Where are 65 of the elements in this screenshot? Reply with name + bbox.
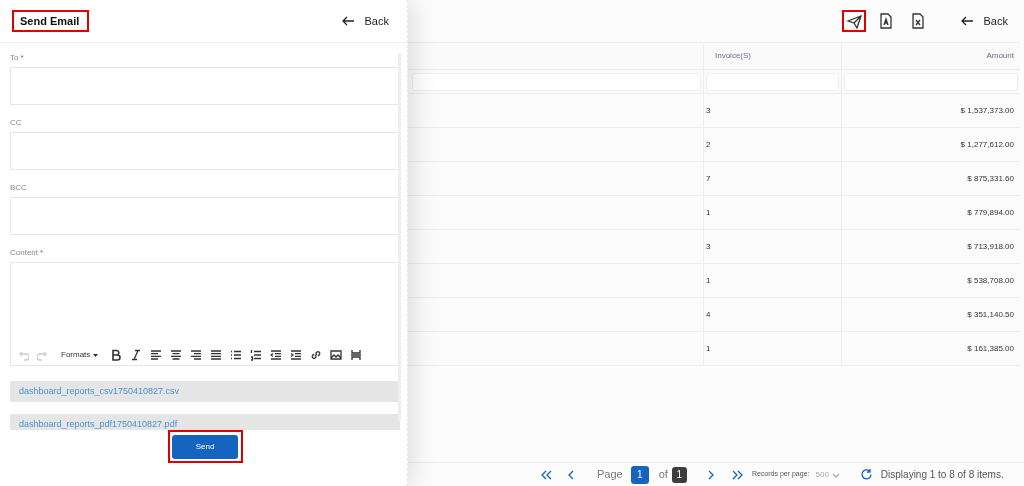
table-cell: 7 [703, 162, 841, 195]
bullet-list-icon[interactable] [230, 349, 243, 361]
table-cell: $ 875,331.60 [841, 162, 1020, 195]
field-label: CC [10, 117, 22, 129]
table-cell: 2 [703, 128, 841, 161]
table-cell: 3 [703, 230, 841, 263]
next-page-icon[interactable] [706, 468, 715, 481]
excel-file-icon [909, 13, 926, 29]
panel-title: Send Email [12, 9, 89, 33]
content-editor[interactable]: Formats [10, 262, 400, 366]
table-cell: $ 779,894.00 [841, 196, 1020, 229]
table-cell: 4 [703, 298, 841, 331]
align-left-icon[interactable] [150, 349, 163, 361]
last-page-icon[interactable] [730, 468, 744, 481]
bold-icon[interactable] [110, 349, 123, 361]
image-icon[interactable] [330, 349, 343, 361]
indent-icon[interactable] [290, 349, 303, 361]
back-button[interactable]: Back [340, 12, 389, 30]
link-icon[interactable] [310, 349, 323, 361]
first-page-icon[interactable] [540, 468, 553, 481]
numbered-list-icon[interactable] [250, 349, 263, 361]
previous-page-icon[interactable] [567, 468, 575, 481]
filter-field[interactable] [412, 72, 701, 91]
table-cell: $ 713,918.00 [841, 230, 1020, 263]
items-summary: Displaying 1 to 8 of 8 items. [880, 468, 1004, 482]
table-cell: 1 [703, 332, 841, 365]
send-icon [845, 13, 862, 29]
table-cell: $ 351,140.50 [841, 298, 1020, 331]
send-icon-button[interactable] [841, 10, 866, 32]
justify-icon[interactable] [210, 349, 223, 361]
total-pages: 1 [671, 466, 687, 483]
caret-icon [93, 353, 99, 357]
table-cell: $ 161,385.00 [841, 332, 1020, 365]
align-right-icon[interactable] [190, 349, 203, 361]
field-label: Content [10, 247, 39, 259]
field-label: BCC [10, 182, 27, 194]
required-mark: * [40, 247, 44, 259]
page-label: Page [597, 467, 623, 483]
table-cell: $ 538,708.00 [841, 264, 1020, 297]
table-cell: $ 1,277,612.00 [841, 128, 1020, 161]
back-button[interactable]: Back [959, 12, 1008, 30]
required-mark: * [20, 52, 24, 64]
table-cell: $ 1,537,373.00 [841, 94, 1020, 127]
align-center-icon[interactable] [170, 349, 183, 361]
current-page-field[interactable]: 1 [630, 465, 649, 484]
refresh-icon[interactable] [859, 468, 873, 481]
input-field[interactable] [10, 67, 400, 105]
send-button[interactable]: Send [167, 430, 243, 463]
table-cell: 3 [703, 94, 841, 127]
rule-icon[interactable] [350, 349, 363, 361]
table-cell: 1 [703, 196, 841, 229]
input-field[interactable] [10, 132, 400, 170]
input-field[interactable] [10, 197, 400, 235]
italic-icon[interactable] [130, 349, 143, 361]
table-cell: 1 [703, 264, 841, 297]
of-label: of [658, 467, 668, 483]
back-arrow-icon [959, 15, 974, 27]
outdent-icon[interactable] [270, 349, 283, 361]
field-label: To [10, 52, 19, 64]
column-header[interactable]: Amount [841, 43, 1020, 69]
formats-dropdown[interactable]: Formats [61, 349, 99, 361]
pdf-file-icon [877, 13, 894, 29]
column-header[interactable]: Invoice(S) [703, 43, 841, 69]
back-arrow-icon [340, 15, 355, 27]
chevron-down-icon [831, 471, 840, 478]
